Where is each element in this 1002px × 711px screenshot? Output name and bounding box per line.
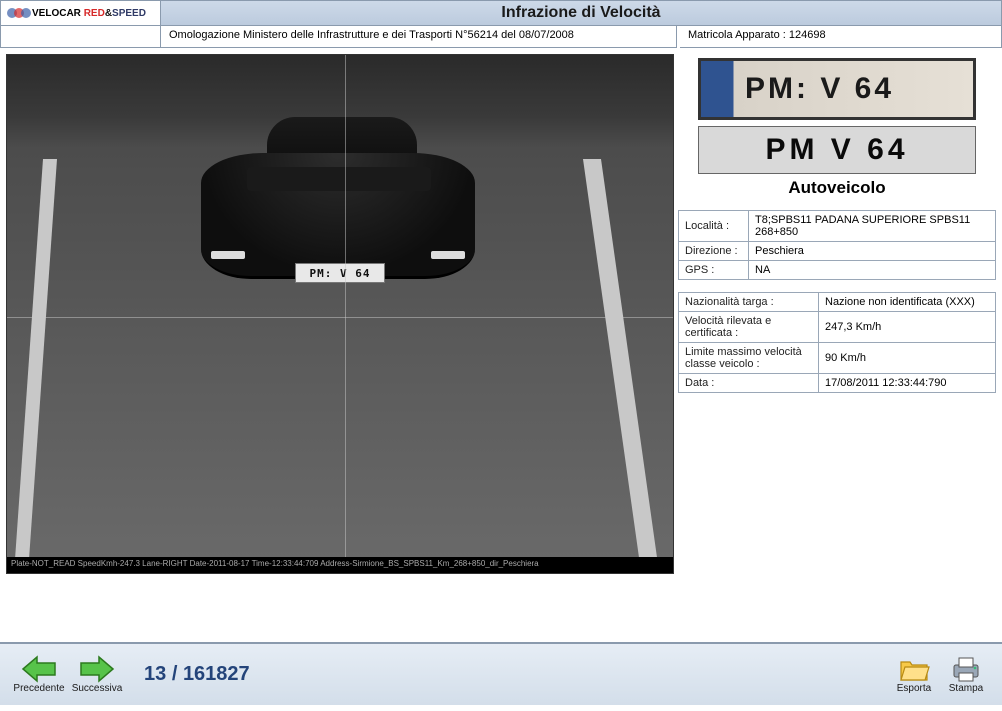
limite-value: 90 Km/h — [819, 343, 996, 374]
localita-label: Località : — [679, 211, 749, 242]
next-button[interactable]: Successiva — [68, 647, 126, 703]
nazionalita-label: Nazionalità targa : — [679, 293, 819, 312]
export-button[interactable]: Esporta — [888, 647, 940, 703]
page-title: Infrazione di Velocità — [161, 1, 1001, 25]
speed-table: Nazionalità targa : Nazione non identifi… — [678, 292, 996, 393]
arrow-right-icon — [79, 655, 115, 683]
localita-value: T8;SPBS11 PADANA SUPERIORE SPBS11 268+85… — [749, 211, 996, 242]
omologazione-box: Omologazione Ministero delle Infrastrutt… — [160, 26, 677, 48]
logo-text: VELOCAR — [32, 8, 81, 19]
table-row: Limite massimo velocità classe veicolo :… — [679, 343, 996, 374]
direzione-label: Direzione : — [679, 242, 749, 261]
gps-value: NA — [749, 261, 996, 280]
table-row: Data : 17/08/2011 12:33:44:790 — [679, 374, 996, 393]
logo-dots-icon — [7, 8, 28, 18]
logo-text-speed: SPEED — [112, 8, 146, 19]
page-total: 161827 — [183, 663, 250, 685]
header-row: VELOCAR RED & SPEED Infrazione di Veloci… — [0, 0, 1002, 26]
location-table: Località : T8;SPBS11 PADANA SUPERIORE SP… — [678, 210, 996, 280]
print-button[interactable]: Stampa — [940, 647, 992, 703]
print-label: Stampa — [949, 683, 983, 694]
next-label: Successiva — [72, 683, 123, 694]
road-scene: PM: V 64 — [7, 55, 673, 573]
velocita-label: Velocità rilevata e certificata : — [679, 312, 819, 343]
table-row: Direzione : Peschiera — [679, 242, 996, 261]
main-area: PM: V 64 Plate-NOT_READ SpeedKmh-247.3 L… — [0, 48, 1002, 642]
violation-photo[interactable]: PM: V 64 Plate-NOT_READ SpeedKmh-247.3 L… — [6, 54, 674, 574]
export-label: Esporta — [897, 683, 931, 694]
previous-label: Precedente — [13, 683, 64, 694]
data-value: 17/08/2011 12:33:44:790 — [819, 374, 996, 393]
vehicle-type: Autoveicolo — [678, 178, 996, 198]
vehicle-silhouette: PM: V 64 — [193, 117, 483, 297]
logo-text-amp: & — [105, 8, 112, 19]
page-current: 13 — [144, 663, 166, 685]
table-row: Località : T8;SPBS11 PADANA SUPERIORE SP… — [679, 211, 996, 242]
previous-button[interactable]: Precedente — [10, 647, 68, 703]
matricola-label: Matricola Apparato : — [688, 29, 786, 41]
crosshair-horizontal — [7, 317, 673, 318]
nazionalita-value: Nazione non identificata (XXX) — [819, 293, 996, 312]
printer-icon — [950, 655, 982, 683]
direzione-value: Peschiera — [749, 242, 996, 261]
matricola-box: Matricola Apparato : 124698 — [680, 26, 1002, 48]
table-row: GPS : NA — [679, 261, 996, 280]
lane-line-right — [583, 159, 659, 573]
pager: 13 / 161827 — [144, 663, 250, 686]
table-row: Nazionalità targa : Nazione non identifi… — [679, 293, 996, 312]
gps-label: GPS : — [679, 261, 749, 280]
limite-label: Limite massimo velocità classe veicolo : — [679, 343, 819, 374]
lane-line-left — [14, 159, 57, 573]
info-panel: PM: V 64 PM V 64 Autoveicolo Località : … — [678, 54, 996, 636]
crosshair-vertical — [345, 55, 346, 573]
subheader-spacer — [0, 26, 160, 48]
logo-text-red: RED — [84, 8, 105, 19]
logo: VELOCAR RED & SPEED — [1, 1, 161, 25]
photo-caption: Plate-NOT_READ SpeedKmh-247.3 Lane-RIGHT… — [7, 557, 673, 573]
matricola-value: 124698 — [789, 29, 826, 41]
arrow-left-icon — [21, 655, 57, 683]
table-row: Velocità rilevata e certificata : 247,3 … — [679, 312, 996, 343]
footer-bar: Precedente Successiva 13 / 161827 Esport… — [0, 642, 1002, 705]
data-label: Data : — [679, 374, 819, 393]
folder-icon — [898, 655, 930, 683]
plate-crop-image: PM: V 64 — [698, 58, 976, 120]
velocita-value: 247,3 Km/h — [819, 312, 996, 343]
plate-ocr-text: PM V 64 — [698, 126, 976, 174]
subheader-row: Omologazione Ministero delle Infrastrutt… — [0, 26, 1002, 48]
plate-on-car: PM: V 64 — [295, 263, 385, 283]
